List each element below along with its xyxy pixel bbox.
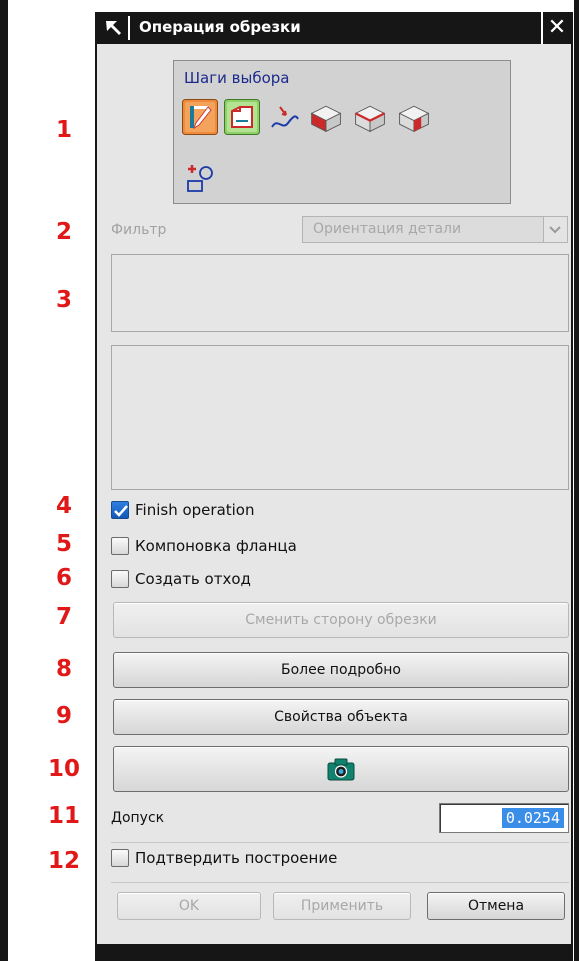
annotation-number: 2 [55, 219, 72, 245]
annotation-number: 3 [55, 287, 72, 313]
confirm-build-checkbox[interactable] [111, 849, 129, 867]
create-scrap-label: Создать отход [135, 570, 251, 588]
solid-edge-icon[interactable] [352, 99, 388, 135]
section-divider [111, 842, 569, 843]
filter-dropdown-value: Ориентация детали [313, 221, 462, 237]
selection-steps-group: Шаги выбора [173, 60, 511, 204]
cancel-label: Отмена [467, 898, 525, 914]
dialog-bottom-border [95, 944, 573, 961]
pin-icon[interactable] [103, 18, 125, 38]
close-button[interactable]: ✕ [541, 12, 571, 44]
dialog-titlebar[interactable]: Операция обрезки ✕ [97, 12, 571, 44]
chevron-down-icon[interactable] [543, 217, 567, 242]
left-border-stripe [0, 0, 8, 961]
annotation-number: 6 [55, 565, 72, 591]
curve-selection-step-icon[interactable] [266, 101, 302, 137]
tolerance-label: Допуск [111, 810, 165, 826]
annotation-number: 7 [55, 604, 72, 630]
ok-label: OK [178, 898, 200, 914]
apply-label: Применить [300, 898, 384, 914]
trim-operation-dialog: Операция обрезки ✕ Шаги выбора Фильтр Ор… [95, 12, 573, 958]
section-divider [111, 882, 569, 883]
object-properties-label: Свойства объекта [274, 709, 408, 725]
change-trim-side-button[interactable]: Сменить сторону обрезки [113, 602, 569, 638]
selection-list-box[interactable] [111, 254, 569, 332]
annotation-number: 8 [55, 656, 72, 682]
title-separator [128, 16, 130, 40]
annotation-number: 4 [55, 493, 72, 519]
annotation-number: 12 [47, 848, 80, 874]
pencil-selection-step-icon[interactable] [182, 99, 218, 135]
annotation-number: 1 [55, 117, 72, 143]
solid-face-icon[interactable] [308, 99, 344, 135]
annotation-number: 10 [47, 756, 80, 782]
filter-dropdown[interactable]: Ориентация детали [302, 216, 568, 243]
apply-button[interactable]: Применить [273, 892, 411, 920]
flange-layout-checkbox[interactable] [111, 537, 129, 555]
annotation-number: 11 [47, 803, 80, 829]
selection-steps-title: Шаги выбора [184, 69, 290, 87]
screenshot-button[interactable] [113, 746, 569, 792]
annotation-number: 9 [55, 703, 72, 729]
more-details-label: Более подробно [281, 662, 401, 678]
dialog-title: Операция обрезки [139, 18, 301, 36]
sheet-selection-step-icon[interactable] [224, 99, 260, 135]
info-list-box[interactable] [111, 345, 569, 490]
more-details-button[interactable]: Более подробно [113, 652, 569, 688]
right-border-stripe [574, 0, 579, 961]
solid-corner-icon[interactable] [396, 99, 432, 135]
finish-operation-checkbox[interactable] [111, 501, 129, 519]
flange-layout-label: Компоновка фланца [135, 537, 297, 555]
camera-icon [327, 758, 355, 781]
object-properties-button[interactable]: Свойства объекта [113, 699, 569, 735]
create-scrap-checkbox[interactable] [111, 570, 129, 588]
finish-operation-label: Finish operation [135, 501, 255, 519]
ok-button[interactable]: OK [117, 892, 261, 920]
change-trim-side-label: Сменить сторону обрезки [245, 612, 437, 628]
tolerance-value: 0.0254 [501, 808, 564, 828]
annotation-number: 5 [55, 531, 72, 557]
tolerance-input[interactable]: 0.0254 [439, 803, 569, 833]
cancel-button[interactable]: Отмена [427, 892, 565, 920]
filter-label: Фильтр [111, 222, 167, 238]
add-point-icon[interactable] [182, 161, 218, 197]
confirm-build-label: Подтвердить построение [135, 849, 338, 867]
